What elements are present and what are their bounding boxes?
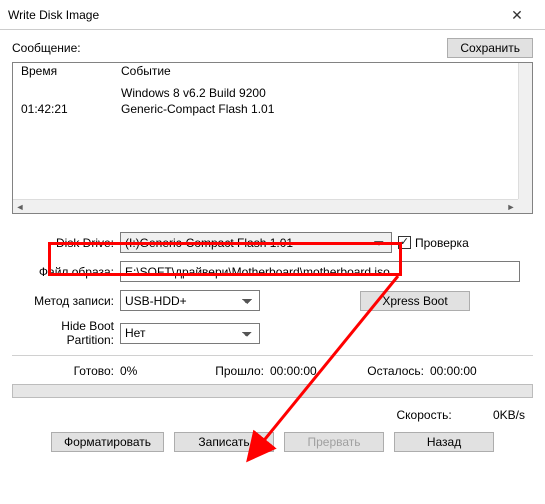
- scrollbar-vertical[interactable]: [518, 63, 532, 199]
- abort-button[interactable]: Прервать: [284, 432, 384, 452]
- log-time: [21, 86, 121, 100]
- progress-bar: [12, 384, 533, 398]
- log-event: Windows 8 v6.2 Build 9200: [121, 86, 510, 100]
- xpress-boot-button[interactable]: Xpress Boot: [360, 291, 470, 311]
- log-event: Generic-Compact Flash 1.01: [121, 102, 510, 116]
- log-time: 01:42:21: [21, 102, 121, 116]
- back-button[interactable]: Назад: [394, 432, 494, 452]
- disk-drive-label: Disk Drive:: [12, 236, 120, 250]
- log-box: Время Событие Windows 8 v6.2 Build 9200 …: [12, 62, 533, 214]
- scroll-corner: [518, 199, 532, 213]
- hide-boot-select[interactable]: Нет: [120, 323, 260, 344]
- speed-value: 0KB/s: [455, 408, 525, 422]
- elapsed-label: Прошло:: [190, 364, 270, 378]
- remaining-value: 00:00:00: [430, 364, 533, 378]
- verify-checkbox[interactable]: ✓: [398, 236, 411, 249]
- message-label: Сообщение:: [12, 41, 447, 55]
- format-button[interactable]: Форматировать: [51, 432, 164, 452]
- scroll-left-icon[interactable]: ◄: [13, 200, 27, 214]
- hide-boot-label: Hide Boot Partition:: [12, 319, 120, 347]
- scroll-right-icon[interactable]: ►: [504, 200, 518, 214]
- content: Сообщение: Сохранить Время Событие Windo…: [0, 30, 545, 464]
- save-button[interactable]: Сохранить: [447, 38, 533, 58]
- separator: [12, 355, 533, 356]
- speed-label: Скорость:: [372, 408, 452, 422]
- log-row: Windows 8 v6.2 Build 9200: [13, 85, 518, 101]
- log-row: 01:42:21 Generic-Compact Flash 1.01: [13, 101, 518, 117]
- ready-label: Готово:: [12, 364, 120, 378]
- disk-drive-select[interactable]: (I:)Generic-Compact Flash 1.01: [120, 232, 392, 253]
- image-file-input[interactable]: [120, 261, 520, 282]
- elapsed-value: 00:00:00: [270, 364, 350, 378]
- verify-label: Проверка: [415, 236, 469, 250]
- log-header-time: Время: [21, 64, 121, 78]
- titlebar: Write Disk Image ✕: [0, 0, 545, 30]
- remaining-label: Осталось:: [350, 364, 430, 378]
- scrollbar-horizontal[interactable]: ◄ ►: [13, 199, 518, 213]
- image-file-label: Файл образа:: [12, 265, 120, 279]
- write-method-select[interactable]: USB-HDD+: [120, 290, 260, 311]
- write-method-label: Метод записи:: [12, 294, 120, 308]
- write-button[interactable]: Записать: [174, 432, 274, 452]
- log-header-event: Событие: [121, 64, 510, 78]
- close-icon[interactable]: ✕: [497, 1, 537, 29]
- ready-value: 0%: [120, 364, 190, 378]
- window-title: Write Disk Image: [8, 8, 497, 22]
